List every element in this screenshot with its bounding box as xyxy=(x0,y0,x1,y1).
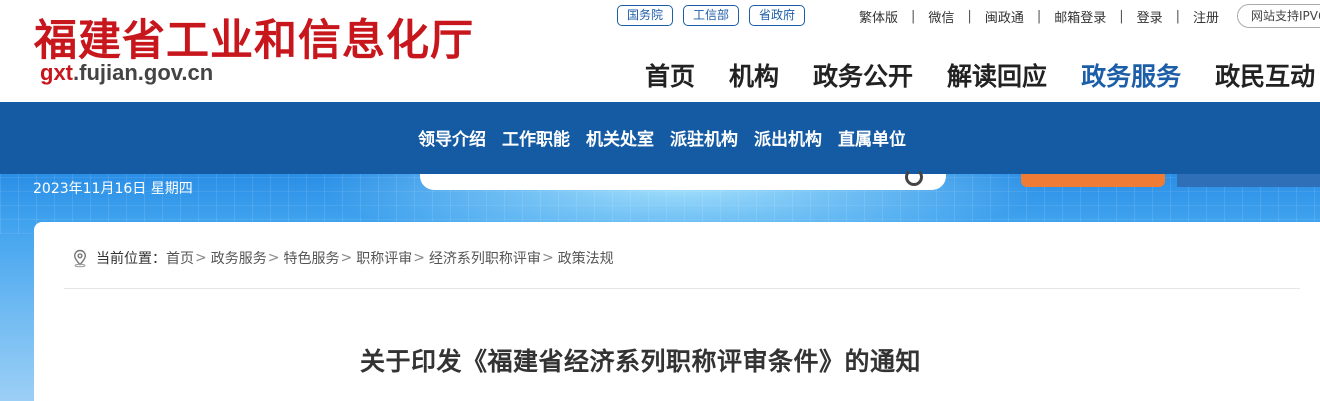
breadcrumb-separator: > xyxy=(195,250,207,266)
current-date: 2023年11月16日 星期四 xyxy=(33,181,193,197)
link-state-council[interactable]: 国务院 xyxy=(617,5,674,26)
breadcrumb-separator: > xyxy=(340,250,353,266)
breadcrumb-policies-regulations[interactable]: 政策法规 xyxy=(558,248,614,268)
breadcrumb-separator: > xyxy=(413,250,425,266)
location-pin-icon xyxy=(73,249,87,268)
breadcrumb-separator: > xyxy=(541,250,554,266)
sub-nav: 领导介绍 工作职能 机关处室 派驻机构 派出机构 直属单位 xyxy=(412,125,916,150)
divider xyxy=(64,288,1300,289)
site-title[interactable]: 福建省工业和信息化厅 xyxy=(34,6,474,68)
link-mailbox-login[interactable]: 邮箱登录 xyxy=(1041,7,1119,26)
subnav-dispatched-agencies[interactable]: 派出机构 xyxy=(748,125,828,150)
domain-prefix: gxt xyxy=(40,60,73,85)
subnav-stationed-agencies[interactable]: 派驻机构 xyxy=(664,125,744,150)
subnav-functions[interactable]: 工作职能 xyxy=(496,125,576,150)
nav-interpretation[interactable]: 解读回应 xyxy=(930,57,1064,93)
sub-nav-bar: 领导介绍 工作职能 机关处室 派驻机构 派出机构 直属单位 xyxy=(0,102,1320,174)
ipv6-badge: 网站支持IPV6 xyxy=(1237,4,1320,28)
search-icon[interactable] xyxy=(905,168,923,186)
nav-home[interactable]: 首页 xyxy=(628,57,712,93)
link-register[interactable]: 注册 xyxy=(1180,7,1232,26)
domain-suffix: .fujian.gov.cn xyxy=(73,60,214,85)
subnav-affiliated-units[interactable]: 直属单位 xyxy=(832,125,912,150)
orange-action-button[interactable] xyxy=(1021,174,1165,187)
link-provincial-government[interactable]: 省政府 xyxy=(749,5,806,26)
article-title: 关于印发《福建省经济系列职称评审条件》的通知 xyxy=(360,347,922,376)
link-login[interactable]: 登录 xyxy=(1124,7,1176,26)
breadcrumb-title-evaluation[interactable]: 职称评审 xyxy=(356,248,412,268)
search-input[interactable] xyxy=(420,174,946,190)
blue-action-button[interactable] xyxy=(1177,174,1320,187)
main-nav: 首页 机构 政务公开 解读回应 政务服务 政民互动 xyxy=(628,57,1320,93)
site-domain: gxt.fujian.gov.cn xyxy=(40,60,213,86)
link-minzhengtong[interactable]: 闽政通 xyxy=(972,7,1037,26)
link-wechat[interactable]: 微信 xyxy=(915,7,967,26)
nav-government-affairs-public[interactable]: 政务公开 xyxy=(796,57,930,93)
site-header: 福建省工业和信息化厅 gxt.fujian.gov.cn 国务院 工信部 省政府… xyxy=(0,0,1320,102)
link-miit[interactable]: 工信部 xyxy=(683,5,740,26)
breadcrumb-home[interactable]: 首页 xyxy=(166,248,194,268)
utility-links: 繁体版 | 微信 | 闽政通 | 邮箱登录 | 登录 | 注册 xyxy=(846,7,1232,26)
external-links: 国务院 工信部 省政府 xyxy=(617,5,806,26)
breadcrumb-separator: > xyxy=(267,250,280,266)
breadcrumb-government-services[interactable]: 政务服务 xyxy=(211,248,267,268)
breadcrumb-economic-title-evaluation[interactable]: 经济系列职称评审 xyxy=(429,248,541,268)
nav-government-services[interactable]: 政务服务 xyxy=(1064,57,1198,93)
nav-interaction[interactable]: 政民互动 xyxy=(1198,57,1320,93)
subnav-leaders[interactable]: 领导介绍 xyxy=(412,125,492,150)
breadcrumb-featured-services[interactable]: 特色服务 xyxy=(283,248,339,268)
breadcrumb: 当前位置： 首页 > 政务服务 > 特色服务 > 职称评审 > 经济系列职称评审… xyxy=(70,248,614,268)
breadcrumb-label: 当前位置： xyxy=(96,251,166,267)
subnav-departments[interactable]: 机关处室 xyxy=(580,125,660,150)
link-traditional-chinese[interactable]: 繁体版 xyxy=(846,7,911,26)
nav-organization[interactable]: 机构 xyxy=(712,57,796,93)
